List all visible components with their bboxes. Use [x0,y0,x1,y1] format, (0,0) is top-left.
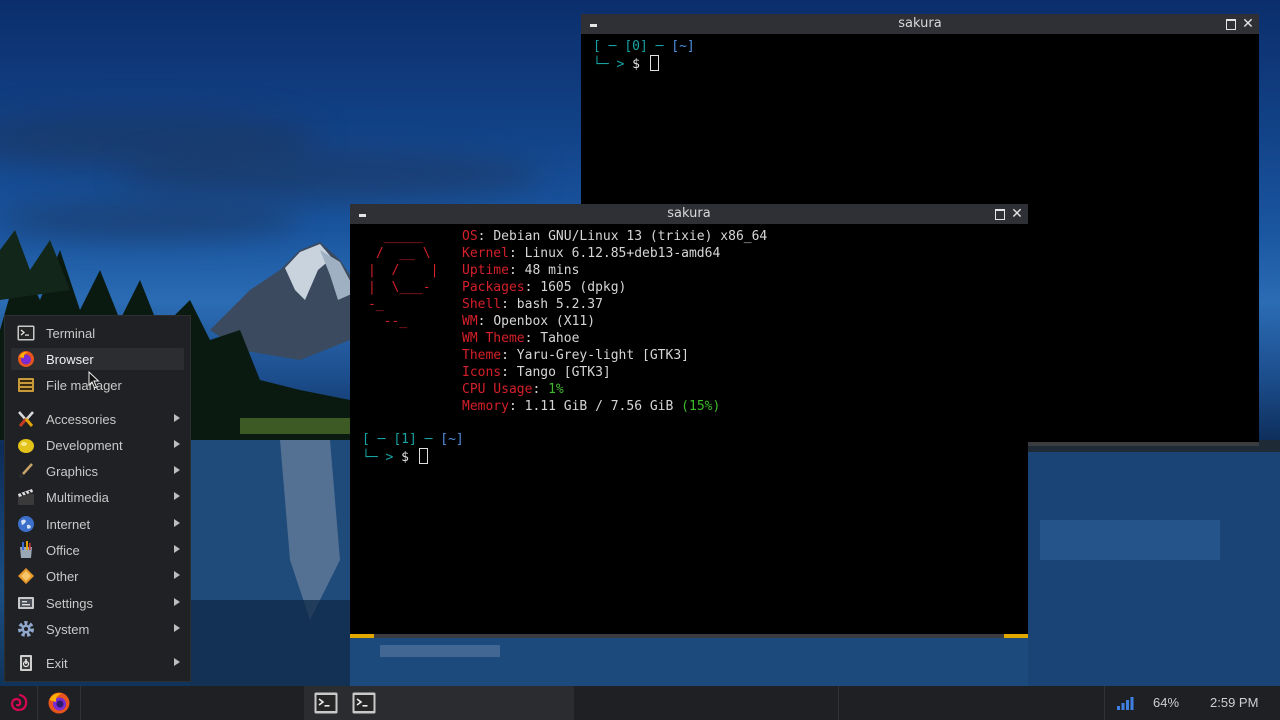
mouse-pointer-icon [88,371,100,389]
close-icon[interactable]: ✕ [1008,204,1026,224]
sysinfo-os: OS: Debian GNU/Linux 13 (trixie) x86_64 [462,229,768,244]
submenu-arrow-icon [174,492,180,500]
menu-item-settings[interactable]: Settings [11,592,184,614]
window-titlebar[interactable]: sakura ✕ [350,204,1028,224]
maximize-icon[interactable] [1221,14,1239,34]
menu-item-label: Other [46,569,79,584]
menu-item-label: System [46,622,90,637]
multimedia-icon [18,489,34,505]
menu-item-label: Accessories [46,412,117,427]
prompt-input-line: └─ > $ [593,55,659,73]
prompt-line: [ ─ [0] ─ [~] [593,39,695,54]
menu-item-label: Settings [46,596,93,611]
prompt-input-line: └─ > $ [362,448,428,466]
ascii-logo-line: | / | [368,263,439,278]
submenu-arrow-icon [174,658,180,666]
submenu-arrow-icon [174,466,180,474]
settings-icon [18,597,34,609]
menu-item-label: Exit [46,656,68,671]
menu-item-label: Office [46,543,80,558]
taskbar: 64% 2:59 PM [0,686,1280,720]
menu-item-browser[interactable]: Browser [11,348,184,370]
sysinfo-cpu: CPU Usage: 1% [462,382,564,397]
menu-item-label: Development [46,438,123,453]
firefox-icon [18,351,34,367]
menu-item-exit[interactable]: Exit [11,652,184,674]
submenu-arrow-icon [174,440,180,448]
development-icon [18,439,34,453]
firefox-launcher-icon[interactable] [47,691,71,715]
menu-item-graphics[interactable]: Graphics [11,460,184,482]
resize-corner-left[interactable] [350,634,374,638]
other-icon [18,568,34,584]
sysinfo-kernel: Kernel: Linux 6.12.85+deb13-amd64 [462,246,721,261]
menu-item-label: Browser [46,352,94,367]
menu-item-accessories[interactable]: Accessories [11,408,184,430]
menu-item-internet[interactable]: Internet [11,513,184,535]
menu-item-label: Multimedia [46,490,109,505]
taskbar-separator [37,686,38,720]
close-icon[interactable]: ✕ [1239,14,1257,34]
internet-icon [18,516,34,532]
window-titlebar[interactable]: sakura ✕ [581,14,1259,34]
sysinfo-wm-theme: WM Theme: Tahoe [462,331,580,346]
menu-item-label: File manager [46,378,122,393]
text-cursor [418,448,428,464]
resize-corner-right[interactable] [1004,634,1028,638]
ascii-logo-line: / __ \ [368,246,431,261]
task-terminal-icon[interactable] [352,692,376,714]
accessories-icon [18,411,34,427]
sysinfo-icons: Icons: Tango [GTK3] [462,365,611,380]
sysinfo-packages: Packages: 1605 (dpkg) [462,280,627,295]
clock[interactable]: 2:59 PM [1210,695,1258,710]
sysinfo-wm: WM: Openbox (X11) [462,314,596,329]
submenu-arrow-icon [174,519,180,527]
taskbar-separator [838,686,839,720]
menu-item-label: Graphics [46,464,99,479]
office-icon [20,541,32,558]
terminal-output[interactable]: _____ / __ \ | / | | \___- -_ --_ OS: De… [350,224,1028,638]
taskbar-separator [1104,686,1105,720]
system-icon [18,621,34,637]
taskbar-separator [80,686,81,720]
volume-bars-icon[interactable] [1116,696,1134,710]
terminal-icon [17,325,35,341]
ascii-logo-line: | \___- [368,280,431,295]
menu-item-multimedia[interactable]: Multimedia [11,486,184,508]
ascii-logo-line: --_ [368,314,408,329]
submenu-arrow-icon [174,598,180,606]
menu-item-label: Terminal [46,326,96,341]
window-title: sakura [898,16,942,31]
exit-icon [20,655,32,671]
submenu-arrow-icon [174,414,180,422]
graphics-icon [19,463,33,478]
menu-item-development[interactable]: Development [11,434,184,456]
submenu-arrow-icon [174,624,180,632]
ascii-logo-line: -_ [368,297,384,312]
text-cursor [649,55,659,71]
task-list [304,686,574,720]
ascii-logo-line: _____ [368,229,423,244]
sysinfo-theme: Theme: Yaru-Grey-light [GTK3] [462,348,689,363]
sysinfo-uptime: Uptime: 48 mins [462,263,580,278]
terminal-window-front[interactable]: sakura ✕ _____ / __ \ | / | | \___- -_ -… [350,204,1028,638]
menu-item-office[interactable]: Office [11,539,184,561]
volume-percent[interactable]: 64% [1153,695,1179,710]
sysinfo-shell: Shell: bash 5.2.37 [462,297,603,312]
prompt-line: [ ─ [1] ─ [~] [362,432,464,447]
menu-item-other[interactable]: Other [11,565,184,587]
window-title: sakura [667,206,711,221]
file-manager-icon [18,378,34,392]
window-resize-handle[interactable] [350,634,1028,638]
submenu-arrow-icon [174,571,180,579]
menu-item-system[interactable]: System [11,618,184,640]
sysinfo-memory: Memory: 1.11 GiB / 7.56 GiB (15%) [462,399,721,414]
task-terminal-icon[interactable] [314,692,338,714]
maximize-icon[interactable] [990,204,1008,224]
submenu-arrow-icon [174,545,180,553]
debian-menu-icon[interactable] [6,691,30,715]
menu-item-label: Internet [46,517,91,532]
menu-item-terminal[interactable]: Terminal [11,322,184,344]
